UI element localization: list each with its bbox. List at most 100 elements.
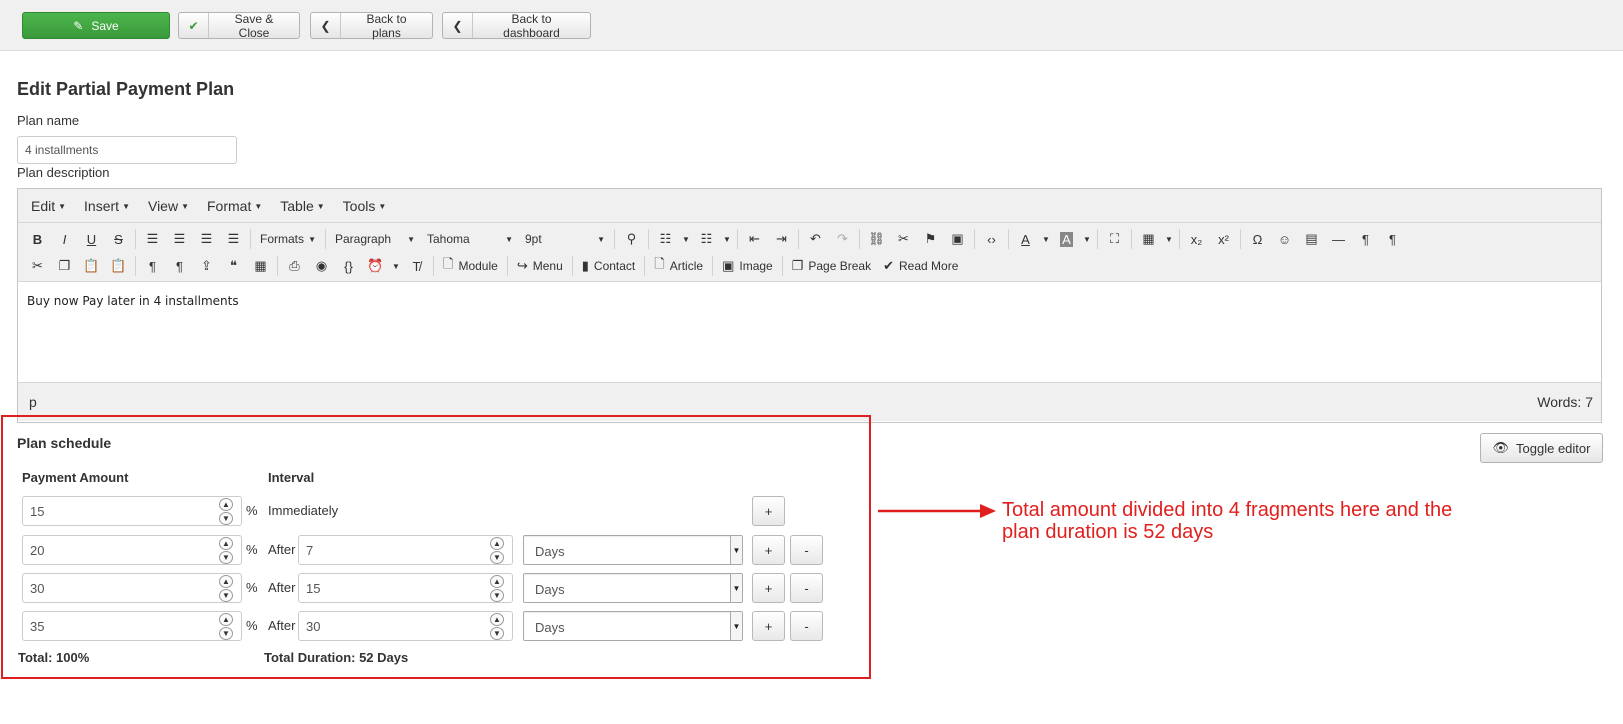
spinner-arrows[interactable]: ▲ ▼ [489,612,505,640]
interval-input[interactable]: 30 ▲ ▼ [298,611,513,641]
insert-page-break-button[interactable]: ❐ Page Break [786,254,877,278]
chevron-up-icon[interactable]: ▲ [219,497,233,511]
bold-icon[interactable]: B [24,227,51,251]
preview-icon[interactable]: ◉ [308,254,335,278]
caret-down-icon[interactable]: ▼ [1162,227,1176,251]
remove-row-button[interactable]: - [790,611,823,641]
caret-down-icon[interactable]: ▼ [679,227,693,251]
menu-format[interactable]: Format ▼ [198,198,271,214]
chevron-up-icon[interactable]: ▲ [219,612,233,626]
add-row-button[interactable]: + [752,611,785,641]
print-icon[interactable]: ⎙ [281,254,308,278]
formats-dropdown[interactable]: Formats ▼ [254,227,322,251]
fullscreen-icon[interactable]: ⛶ [1101,227,1128,251]
insert-image-button[interactable]: ▣ Image [716,254,779,278]
subscript-icon[interactable]: x₂ [1183,227,1210,251]
chevron-up-icon[interactable]: ▲ [490,612,504,626]
image-icon[interactable]: ▣ [944,227,971,251]
insert-datetime-icon[interactable]: ⏰ [362,254,389,278]
chevron-down-icon[interactable]: ▼ [490,626,504,640]
chevron-down-icon[interactable]: ▼ [490,550,504,564]
block-format-dropdown[interactable]: Paragraph ▼ [329,227,421,251]
bookmark-icon[interactable]: ⚑ [917,227,944,251]
strikethrough-icon[interactable]: S [105,227,132,251]
interval-input[interactable]: 15 ▲ ▼ [298,573,513,603]
upload-icon[interactable]: ⇪ [193,254,220,278]
code-icon[interactable]: ‹› [978,227,1005,251]
interval-unit-select[interactable]: Days ▼ [523,573,743,603]
spinner-arrows[interactable]: ▲ ▼ [218,497,234,525]
interval-unit-select[interactable]: Days ▼ [523,535,743,565]
outdent-icon[interactable]: ⇤ [741,227,768,251]
bullet-list-icon[interactable]: ☷ [652,227,679,251]
plan-name-input[interactable] [17,136,237,164]
spinner-arrows[interactable]: ▲ ▼ [218,574,234,602]
chevron-down-icon[interactable]: ▼ [219,550,233,564]
redo-icon[interactable]: ↷ [829,227,856,251]
chevron-down-icon[interactable]: ▼ [219,511,233,525]
superscript-icon[interactable]: x² [1210,227,1237,251]
spinner-arrows[interactable]: ▲ ▼ [489,574,505,602]
editor-content-area[interactable]: Buy now Pay later in 4 installments [18,282,1601,382]
font-size-dropdown[interactable]: 9pt ▼ [519,227,611,251]
undo-icon[interactable]: ↶ [802,227,829,251]
align-center-icon[interactable]: ☰ [166,227,193,251]
background-color-icon[interactable]: A [1053,227,1080,251]
caret-down-icon[interactable]: ▼ [730,574,742,602]
payment-amount-input[interactable]: 30 ▲ ▼ [22,573,242,603]
save-close-button[interactable]: ✔ Save & Close [178,12,300,40]
menu-view[interactable]: View ▼ [139,198,198,214]
payment-amount-input[interactable]: 35 ▲ ▼ [22,611,242,641]
align-justify-icon[interactable]: ☰ [220,227,247,251]
underline-icon[interactable]: U [78,227,105,251]
blockquote-icon[interactable]: ❝ [220,254,247,278]
menu-table[interactable]: Table ▼ [271,198,333,214]
insert-contact-button[interactable]: ▮ Contact [576,254,642,278]
chevron-down-icon[interactable]: ▼ [219,626,233,640]
chevron-up-icon[interactable]: ▲ [490,574,504,588]
back-to-plans-button[interactable]: ❮ Back to plans [310,12,433,40]
spinner-arrows[interactable]: ▲ ▼ [218,536,234,564]
find-replace-icon[interactable]: ⚲ [618,227,645,251]
remove-row-button[interactable]: - [790,535,823,565]
paste-icon[interactable]: 📋 [78,254,105,278]
show-blocks-icon[interactable]: ¶ [166,254,193,278]
unlink-icon[interactable]: ✂ [890,227,917,251]
insert-menu-button[interactable]: ↪ Menu [511,254,569,278]
rtl-icon[interactable]: ¶ [1379,227,1406,251]
caret-down-icon[interactable]: ▼ [1080,227,1094,251]
caret-down-icon[interactable]: ▼ [730,536,742,564]
table-icon[interactable]: ▦ [1135,227,1162,251]
insert-article-button[interactable]: 🗋 Article [648,254,709,278]
align-right-icon[interactable]: ☰ [193,227,220,251]
add-row-button[interactable]: + [752,535,785,565]
add-row-button[interactable]: + [752,496,785,526]
payment-amount-input[interactable]: 20 ▲ ▼ [22,535,242,565]
indent-icon[interactable]: ⇥ [768,227,795,251]
menu-insert[interactable]: Insert ▼ [75,198,139,214]
save-button[interactable]: ✎ Save [22,12,170,39]
insert-module-button[interactable]: 🗋 Module [437,254,504,278]
spinner-arrows[interactable]: ▲ ▼ [218,612,234,640]
chevron-up-icon[interactable]: ▲ [219,574,233,588]
numbered-list-icon[interactable]: ☷ [693,227,720,251]
cut-icon[interactable]: ✂ [24,254,51,278]
caret-down-icon[interactable]: ▼ [389,254,403,278]
align-left-icon[interactable]: ☰ [139,227,166,251]
horizontal-rule-icon[interactable]: — [1325,227,1352,251]
paragraph-icon[interactable]: ¶ [139,254,166,278]
font-family-dropdown[interactable]: Tahoma ▼ [421,227,519,251]
chevron-up-icon[interactable]: ▲ [219,536,233,550]
remove-row-button[interactable]: - [790,573,823,603]
add-row-button[interactable]: + [752,573,785,603]
copy-icon[interactable]: ❐ [51,254,78,278]
link-icon[interactable]: ⛓ [863,227,890,251]
template-icon[interactable]: ▦ [247,254,274,278]
chevron-down-icon[interactable]: ▼ [219,588,233,602]
media-icon[interactable]: ▤ [1298,227,1325,251]
insert-read-more-button[interactable]: ✔ Read More [877,254,964,278]
toggle-editor-button[interactable]: 👁 Toggle editor [1480,433,1603,463]
emoticon-icon[interactable]: ☺ [1271,227,1298,251]
text-color-icon[interactable]: A [1012,227,1039,251]
chevron-down-icon[interactable]: ▼ [490,588,504,602]
